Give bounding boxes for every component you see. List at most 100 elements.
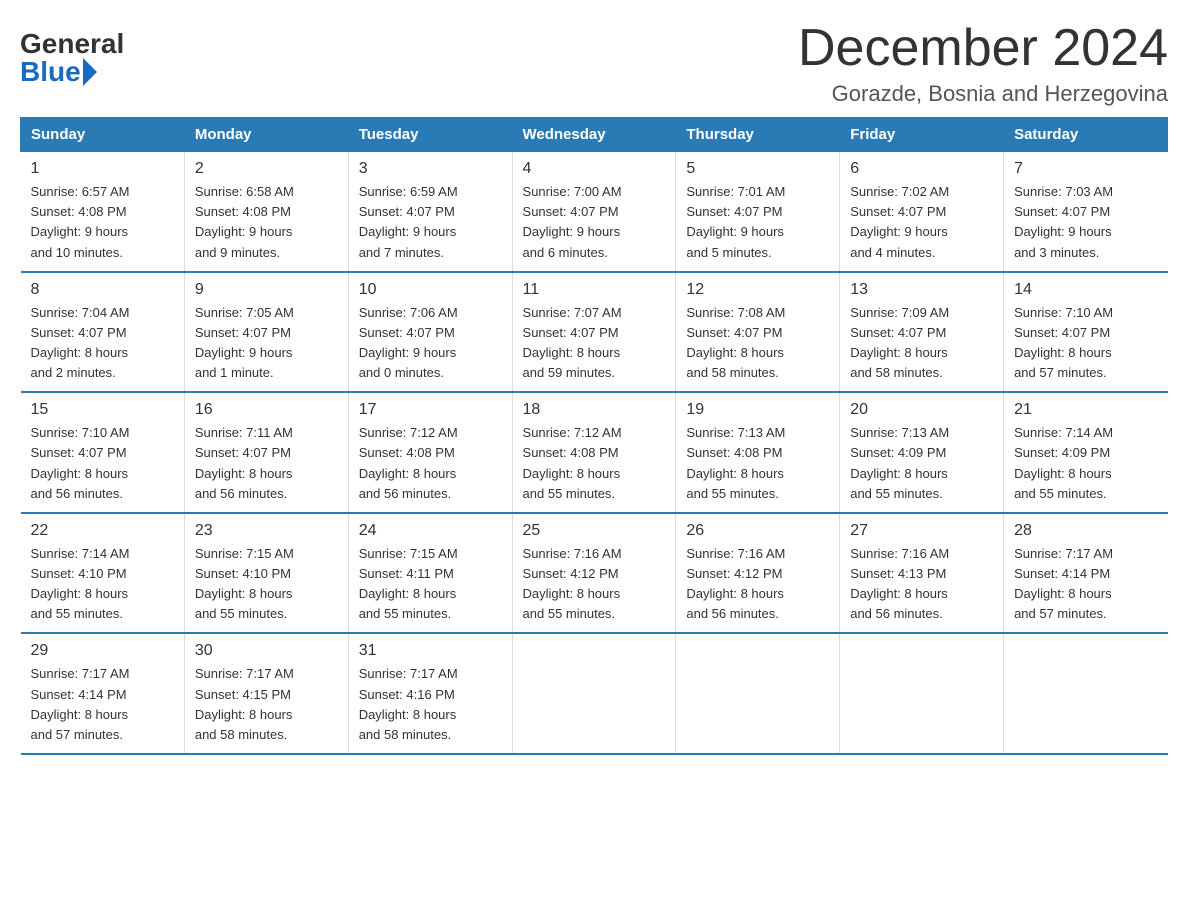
calendar-cell: 16 Sunrise: 7:11 AM Sunset: 4:07 PM Dayl… <box>184 392 348 513</box>
day-number: 5 <box>686 160 829 178</box>
day-number: 20 <box>850 401 993 419</box>
logo: General Blue <box>20 30 124 86</box>
day-number: 1 <box>31 160 174 178</box>
day-info: Sunrise: 7:08 AM Sunset: 4:07 PM Dayligh… <box>686 303 829 384</box>
day-info: Sunrise: 7:17 AM Sunset: 4:15 PM Dayligh… <box>195 664 338 745</box>
calendar-cell: 2 Sunrise: 6:58 AM Sunset: 4:08 PM Dayli… <box>184 152 348 272</box>
logo-triangle-icon <box>83 58 97 86</box>
day-info: Sunrise: 7:17 AM Sunset: 4:14 PM Dayligh… <box>1014 544 1157 625</box>
day-info: Sunrise: 7:16 AM Sunset: 4:12 PM Dayligh… <box>686 544 829 625</box>
calendar-cell: 9 Sunrise: 7:05 AM Sunset: 4:07 PM Dayli… <box>184 272 348 393</box>
calendar-cell: 28 Sunrise: 7:17 AM Sunset: 4:14 PM Dayl… <box>1004 513 1168 634</box>
header-saturday: Saturday <box>1004 118 1168 152</box>
day-info: Sunrise: 7:16 AM Sunset: 4:12 PM Dayligh… <box>523 544 666 625</box>
calendar-cell: 31 Sunrise: 7:17 AM Sunset: 4:16 PM Dayl… <box>348 633 512 754</box>
calendar-body: 1 Sunrise: 6:57 AM Sunset: 4:08 PM Dayli… <box>21 152 1168 754</box>
calendar-cell: 10 Sunrise: 7:06 AM Sunset: 4:07 PM Dayl… <box>348 272 512 393</box>
calendar-cell: 21 Sunrise: 7:14 AM Sunset: 4:09 PM Dayl… <box>1004 392 1168 513</box>
day-number: 7 <box>1014 160 1157 178</box>
day-info: Sunrise: 7:03 AM Sunset: 4:07 PM Dayligh… <box>1014 182 1157 263</box>
day-info: Sunrise: 7:14 AM Sunset: 4:10 PM Dayligh… <box>31 544 174 625</box>
header-monday: Monday <box>184 118 348 152</box>
day-number: 16 <box>195 401 338 419</box>
day-info: Sunrise: 6:58 AM Sunset: 4:08 PM Dayligh… <box>195 182 338 263</box>
calendar-cell: 19 Sunrise: 7:13 AM Sunset: 4:08 PM Dayl… <box>676 392 840 513</box>
day-number: 9 <box>195 281 338 299</box>
calendar-cell: 15 Sunrise: 7:10 AM Sunset: 4:07 PM Dayl… <box>21 392 185 513</box>
day-number: 12 <box>686 281 829 299</box>
day-info: Sunrise: 7:07 AM Sunset: 4:07 PM Dayligh… <box>523 303 666 384</box>
calendar-cell: 1 Sunrise: 6:57 AM Sunset: 4:08 PM Dayli… <box>21 152 185 272</box>
calendar-cell: 25 Sunrise: 7:16 AM Sunset: 4:12 PM Dayl… <box>512 513 676 634</box>
day-number: 17 <box>359 401 502 419</box>
calendar-cell: 3 Sunrise: 6:59 AM Sunset: 4:07 PM Dayli… <box>348 152 512 272</box>
calendar-cell: 29 Sunrise: 7:17 AM Sunset: 4:14 PM Dayl… <box>21 633 185 754</box>
day-info: Sunrise: 7:17 AM Sunset: 4:16 PM Dayligh… <box>359 664 502 745</box>
day-number: 23 <box>195 522 338 540</box>
calendar-cell <box>1004 633 1168 754</box>
day-info: Sunrise: 7:09 AM Sunset: 4:07 PM Dayligh… <box>850 303 993 384</box>
calendar-cell <box>676 633 840 754</box>
day-number: 24 <box>359 522 502 540</box>
day-info: Sunrise: 7:17 AM Sunset: 4:14 PM Dayligh… <box>31 664 174 745</box>
calendar-cell: 7 Sunrise: 7:03 AM Sunset: 4:07 PM Dayli… <box>1004 152 1168 272</box>
day-number: 18 <box>523 401 666 419</box>
calendar-header: Sunday Monday Tuesday Wednesday Thursday… <box>21 118 1168 152</box>
day-number: 15 <box>31 401 174 419</box>
day-number: 19 <box>686 401 829 419</box>
calendar-cell: 8 Sunrise: 7:04 AM Sunset: 4:07 PM Dayli… <box>21 272 185 393</box>
calendar-cell: 22 Sunrise: 7:14 AM Sunset: 4:10 PM Dayl… <box>21 513 185 634</box>
day-info: Sunrise: 7:01 AM Sunset: 4:07 PM Dayligh… <box>686 182 829 263</box>
logo-general-text: General <box>20 30 124 58</box>
day-number: 14 <box>1014 281 1157 299</box>
day-info: Sunrise: 7:00 AM Sunset: 4:07 PM Dayligh… <box>523 182 666 263</box>
header-thursday: Thursday <box>676 118 840 152</box>
day-info: Sunrise: 7:14 AM Sunset: 4:09 PM Dayligh… <box>1014 423 1157 504</box>
day-info: Sunrise: 7:04 AM Sunset: 4:07 PM Dayligh… <box>31 303 174 384</box>
day-info: Sunrise: 7:02 AM Sunset: 4:07 PM Dayligh… <box>850 182 993 263</box>
weekday-header-row: Sunday Monday Tuesday Wednesday Thursday… <box>21 118 1168 152</box>
day-info: Sunrise: 7:13 AM Sunset: 4:09 PM Dayligh… <box>850 423 993 504</box>
day-info: Sunrise: 7:11 AM Sunset: 4:07 PM Dayligh… <box>195 423 338 504</box>
day-number: 13 <box>850 281 993 299</box>
calendar-cell: 13 Sunrise: 7:09 AM Sunset: 4:07 PM Dayl… <box>840 272 1004 393</box>
day-info: Sunrise: 7:06 AM Sunset: 4:07 PM Dayligh… <box>359 303 502 384</box>
header-sunday: Sunday <box>21 118 185 152</box>
day-number: 26 <box>686 522 829 540</box>
calendar-week-row: 29 Sunrise: 7:17 AM Sunset: 4:14 PM Dayl… <box>21 633 1168 754</box>
calendar-cell: 23 Sunrise: 7:15 AM Sunset: 4:10 PM Dayl… <box>184 513 348 634</box>
calendar-cell: 6 Sunrise: 7:02 AM Sunset: 4:07 PM Dayli… <box>840 152 1004 272</box>
calendar-cell <box>512 633 676 754</box>
calendar-cell <box>840 633 1004 754</box>
calendar-cell: 20 Sunrise: 7:13 AM Sunset: 4:09 PM Dayl… <box>840 392 1004 513</box>
header-friday: Friday <box>840 118 1004 152</box>
calendar-cell: 4 Sunrise: 7:00 AM Sunset: 4:07 PM Dayli… <box>512 152 676 272</box>
calendar-table: Sunday Monday Tuesday Wednesday Thursday… <box>20 117 1168 755</box>
title-block: December 2024 Gorazde, Bosnia and Herzeg… <box>798 20 1168 107</box>
day-info: Sunrise: 7:12 AM Sunset: 4:08 PM Dayligh… <box>523 423 666 504</box>
day-number: 3 <box>359 160 502 178</box>
calendar-cell: 11 Sunrise: 7:07 AM Sunset: 4:07 PM Dayl… <box>512 272 676 393</box>
day-info: Sunrise: 7:15 AM Sunset: 4:11 PM Dayligh… <box>359 544 502 625</box>
calendar-cell: 12 Sunrise: 7:08 AM Sunset: 4:07 PM Dayl… <box>676 272 840 393</box>
day-info: Sunrise: 7:16 AM Sunset: 4:13 PM Dayligh… <box>850 544 993 625</box>
day-number: 10 <box>359 281 502 299</box>
day-info: Sunrise: 7:12 AM Sunset: 4:08 PM Dayligh… <box>359 423 502 504</box>
page-header: General Blue December 2024 Gorazde, Bosn… <box>20 20 1168 107</box>
day-number: 2 <box>195 160 338 178</box>
calendar-cell: 30 Sunrise: 7:17 AM Sunset: 4:15 PM Dayl… <box>184 633 348 754</box>
day-number: 28 <box>1014 522 1157 540</box>
calendar-cell: 24 Sunrise: 7:15 AM Sunset: 4:11 PM Dayl… <box>348 513 512 634</box>
day-info: Sunrise: 6:59 AM Sunset: 4:07 PM Dayligh… <box>359 182 502 263</box>
month-title: December 2024 <box>798 20 1168 77</box>
day-number: 22 <box>31 522 174 540</box>
calendar-week-row: 15 Sunrise: 7:10 AM Sunset: 4:07 PM Dayl… <box>21 392 1168 513</box>
calendar-cell: 5 Sunrise: 7:01 AM Sunset: 4:07 PM Dayli… <box>676 152 840 272</box>
calendar-cell: 26 Sunrise: 7:16 AM Sunset: 4:12 PM Dayl… <box>676 513 840 634</box>
day-info: Sunrise: 7:10 AM Sunset: 4:07 PM Dayligh… <box>31 423 174 504</box>
day-number: 8 <box>31 281 174 299</box>
day-number: 4 <box>523 160 666 178</box>
day-info: Sunrise: 6:57 AM Sunset: 4:08 PM Dayligh… <box>31 182 174 263</box>
day-info: Sunrise: 7:05 AM Sunset: 4:07 PM Dayligh… <box>195 303 338 384</box>
day-number: 6 <box>850 160 993 178</box>
